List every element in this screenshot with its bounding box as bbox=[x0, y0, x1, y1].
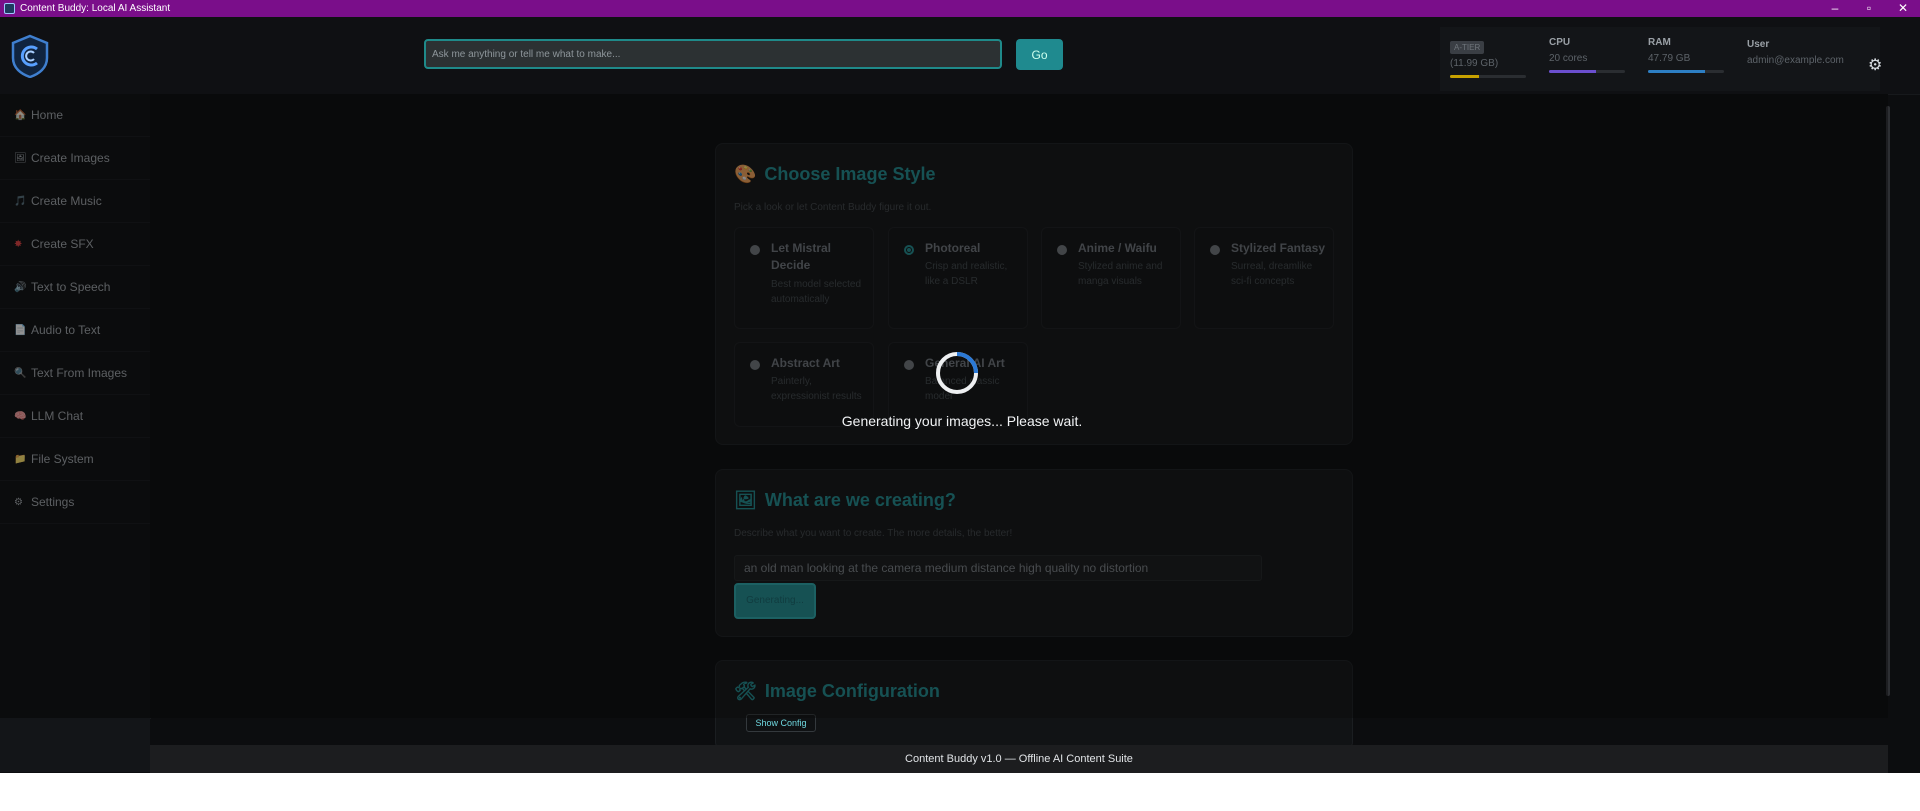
maximize-button[interactable]: ▫ bbox=[1852, 0, 1886, 17]
cpu-label: CPU bbox=[1549, 37, 1571, 48]
minimize-button[interactable]: – bbox=[1818, 0, 1852, 17]
cpu-stat: CPU 20 cores bbox=[1549, 37, 1629, 73]
tier-bar bbox=[1450, 75, 1526, 78]
ram-stat: RAM 47.79 GB bbox=[1648, 37, 1728, 73]
tier-stat: A-TIER (11.99 GB) bbox=[1450, 37, 1530, 78]
cpu-bar bbox=[1549, 70, 1625, 73]
close-button[interactable]: ✕ bbox=[1886, 0, 1920, 17]
window-titlebar: Content Buddy: Local AI Assistant – ▫ ✕ bbox=[0, 0, 1920, 17]
tier-badge: A-TIER bbox=[1450, 41, 1485, 54]
loading-spinner-icon bbox=[936, 352, 978, 394]
app-footer: Content Buddy v1.0 — Offline AI Content … bbox=[150, 745, 1888, 773]
window-bottom-margin bbox=[0, 773, 1920, 811]
ram-label: RAM bbox=[1648, 37, 1671, 48]
user-email: admin@example.com bbox=[1747, 55, 1844, 66]
loading-message: Generating your images... Please wait. bbox=[841, 413, 1083, 429]
user-label: User bbox=[1747, 39, 1770, 50]
window-controls: – ▫ ✕ bbox=[1818, 0, 1920, 17]
cpu-value: 20 cores bbox=[1549, 53, 1588, 64]
app-header: Go A-TIER (11.99 GB) CPU 20 cores RAM 47… bbox=[0, 17, 1920, 95]
ram-value: 47.79 GB bbox=[1648, 53, 1691, 64]
system-stats-panel: A-TIER (11.99 GB) CPU 20 cores RAM 47.79… bbox=[1440, 27, 1880, 91]
ram-bar bbox=[1648, 70, 1724, 73]
search-input[interactable] bbox=[424, 39, 1002, 69]
app-icon bbox=[4, 3, 15, 14]
go-button[interactable]: Go bbox=[1016, 39, 1063, 70]
loading-overlay bbox=[0, 94, 1888, 718]
gear-icon[interactable]: ⚙ bbox=[1868, 55, 1882, 75]
user-stat: User admin@example.com bbox=[1747, 39, 1857, 66]
window-title: Content Buddy: Local AI Assistant bbox=[20, 3, 171, 14]
tier-bar-fill bbox=[1450, 75, 1479, 78]
content-buddy-logo-icon[interactable] bbox=[10, 34, 50, 78]
cpu-bar-fill bbox=[1549, 70, 1597, 73]
ram-bar-fill bbox=[1648, 70, 1705, 73]
tier-memory: (11.99 GB) bbox=[1450, 58, 1499, 69]
sidebar-footer bbox=[0, 718, 150, 772]
